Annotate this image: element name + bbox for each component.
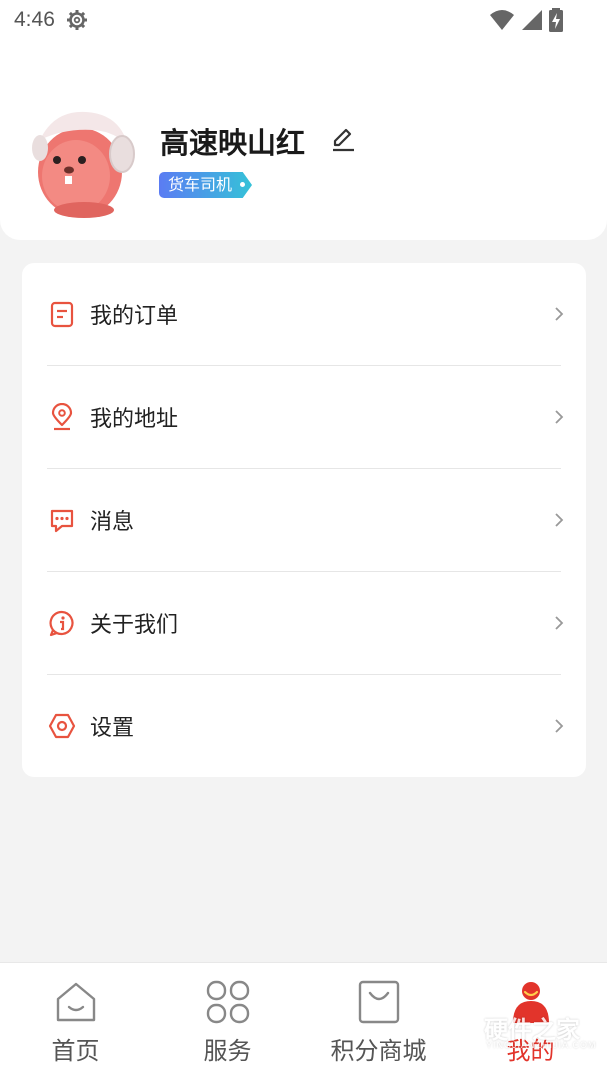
nav-points-mall[interactable]: 积分商城 <box>303 963 454 1080</box>
nav-label: 首页 <box>51 1037 100 1065</box>
chevron-right-icon <box>555 410 564 424</box>
nav-home[interactable]: 首页 <box>0 963 151 1080</box>
services-grid-icon <box>206 980 249 1024</box>
avatar[interactable] <box>24 106 138 220</box>
location-pin-icon <box>51 403 73 431</box>
edit-pencil-icon[interactable] <box>330 126 356 152</box>
menu-card: 我的订单 我的地址 消息 关于我们 设置 <box>22 263 586 777</box>
username: 高速映山红 <box>160 126 306 160</box>
menu-item-label: 消息 <box>90 510 135 535</box>
menu-item-address[interactable]: 我的地址 <box>22 366 586 468</box>
home-icon <box>56 982 95 1022</box>
chevron-right-icon <box>555 513 564 527</box>
wifi-icon <box>490 10 514 30</box>
profile-header: 高速映山红 货车司机 <box>0 40 607 240</box>
message-bubble-icon <box>50 509 74 533</box>
badge-dot <box>240 182 246 187</box>
role-badge-label: 货车司机 <box>168 175 233 194</box>
menu-item-messages[interactable]: 消息 <box>22 469 586 571</box>
nav-services[interactable]: 服务 <box>152 963 303 1080</box>
menu-item-orders[interactable]: 我的订单 <box>22 263 586 365</box>
settings-gear-icon <box>66 10 87 30</box>
battery-charging-icon <box>549 8 563 32</box>
watermark-subtext: YINGJIANZHIJIA.COM <box>486 1040 597 1050</box>
menu-item-label: 我的订单 <box>90 304 179 329</box>
menu-item-label: 设置 <box>90 716 135 741</box>
signal-icon <box>522 10 542 30</box>
info-icon <box>49 610 74 637</box>
role-badge: 货车司机 <box>159 172 253 198</box>
watermark: 硬件之家 YINGJIANZHIJIA.COM <box>440 1006 596 1058</box>
menu-item-label: 关于我们 <box>90 613 179 638</box>
status-time: 4:46 <box>14 8 55 31</box>
settings-hexagon-icon <box>48 713 76 739</box>
nav-label: 积分商城 <box>330 1037 427 1065</box>
menu-item-about[interactable]: 关于我们 <box>22 572 586 674</box>
nav-label: 服务 <box>203 1037 252 1065</box>
chevron-right-icon <box>555 307 564 321</box>
status-bar: 4:46 <box>0 0 607 40</box>
menu-item-settings[interactable]: 设置 <box>22 675 586 777</box>
order-list-icon <box>50 301 74 328</box>
watermark-logo-icon <box>441 1008 479 1054</box>
chevron-right-icon <box>555 719 564 733</box>
shopping-bag-icon <box>358 980 399 1024</box>
menu-item-label: 我的地址 <box>90 407 179 432</box>
chevron-right-icon <box>555 616 564 630</box>
